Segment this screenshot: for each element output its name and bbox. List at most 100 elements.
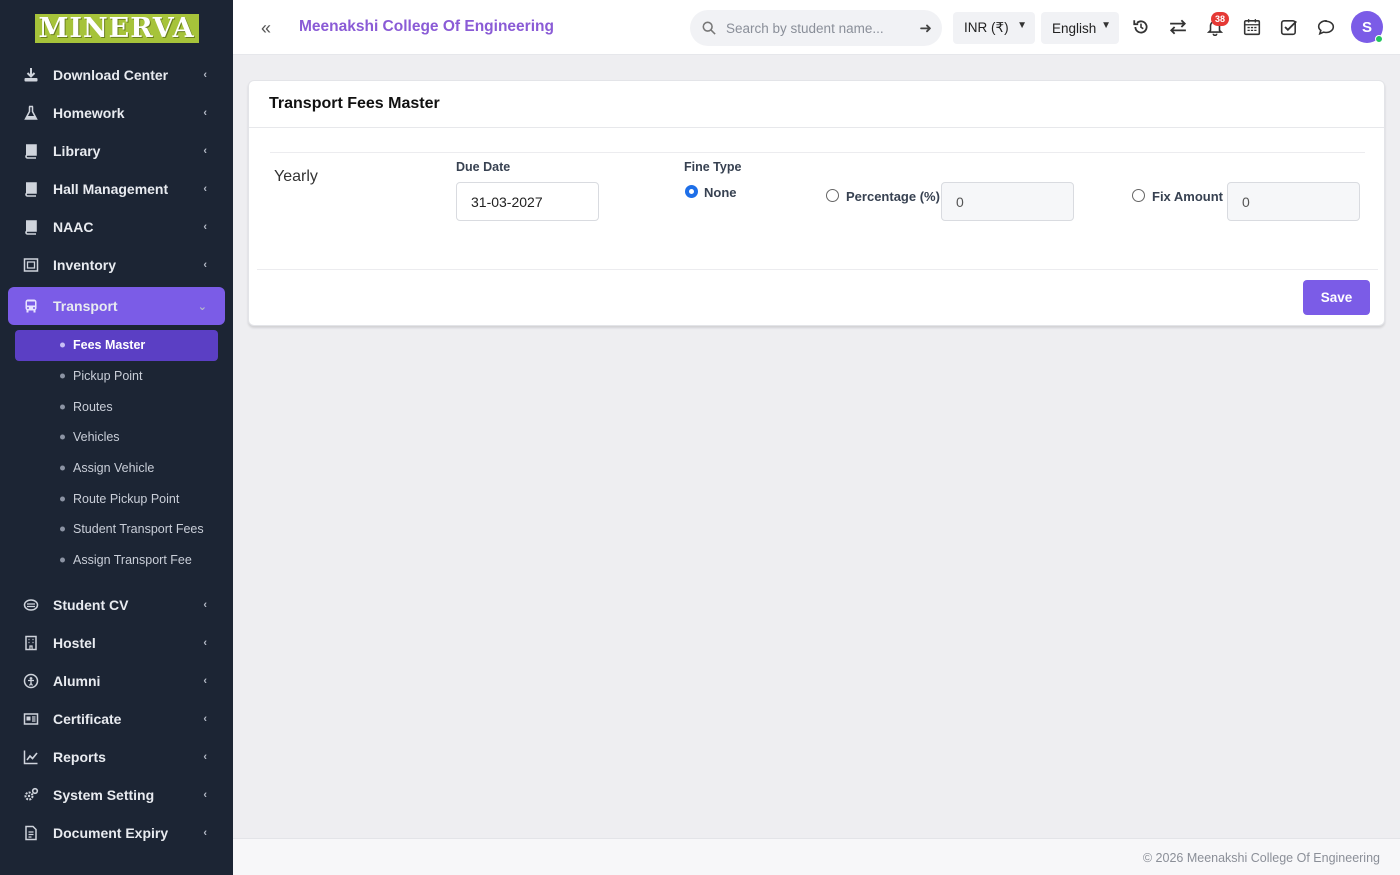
certificate-icon: [22, 710, 40, 728]
chevron-left-icon: ‹: [203, 712, 207, 725]
chat-icon[interactable]: [1316, 17, 1336, 37]
due-date-label: Due Date: [456, 160, 511, 174]
building-icon: [22, 634, 40, 652]
collapse-sidebar-icon[interactable]: «: [261, 18, 271, 39]
submenu-item-route-pickup-point[interactable]: Route Pickup Point: [0, 483, 233, 514]
fix-amount-input[interactable]: [1227, 182, 1360, 221]
sidebar-item-label: Hostel: [53, 634, 96, 651]
sidebar-nav: Download Center ‹ Homework ‹ Library ‹ H…: [0, 56, 233, 325]
submenu-item-label: Vehicles: [73, 430, 120, 445]
chevron-left-icon: ‹: [203, 107, 207, 119]
chart-line-icon: [22, 748, 40, 766]
task-check-icon[interactable]: [1279, 17, 1299, 37]
chevron-left-icon: ‹: [203, 221, 207, 233]
book-icon: [22, 218, 40, 236]
cv-icon: [22, 596, 40, 614]
submenu-item-label: Routes: [73, 399, 113, 414]
sidebar-item-library[interactable]: Library ‹: [0, 132, 233, 170]
fine-type-percentage-radio[interactable]: [826, 189, 839, 202]
sidebar-item-alumni[interactable]: Alumni ‹: [0, 662, 233, 700]
divider: [270, 152, 1365, 153]
currency-select[interactable]: INR (₹) ▼: [953, 12, 1035, 44]
submenu-item-student-transport-fees[interactable]: Student Transport Fees: [0, 514, 233, 545]
submenu-item-fees-master[interactable]: Fees Master: [15, 330, 218, 361]
sidebar-item-label: Student CV: [53, 596, 129, 613]
fine-type-none-label: None: [704, 185, 737, 200]
topbar: « Meenakshi College Of Engineering ➜ INR…: [233, 0, 1400, 55]
book-icon: [22, 142, 40, 160]
sidebar-item-certificate[interactable]: Certificate ‹: [0, 700, 233, 738]
sidebar-item-label: NAAC: [53, 219, 94, 235]
chevron-left-icon: ‹: [203, 259, 207, 271]
sidebar-item-label: Library: [53, 143, 101, 159]
chevron-left-icon: ‹: [203, 598, 207, 611]
logo[interactable]: MINERVA: [34, 14, 199, 43]
copyright-text: © 2026 Meenakshi College Of Engineering: [1142, 851, 1380, 865]
chevron-down-icon: ⌄: [197, 301, 207, 313]
submenu-item-assign-vehicle[interactable]: Assign Vehicle: [0, 453, 233, 484]
fee-frequency-label: Yearly: [274, 168, 318, 185]
sidebar-item-transport[interactable]: Transport ⌄: [8, 287, 225, 325]
switch-icon[interactable]: [1168, 17, 1188, 37]
sidebar-item-label: Certificate: [53, 710, 122, 727]
save-button[interactable]: Save: [1303, 280, 1370, 315]
sidebar-item-document-expiry[interactable]: Document Expiry ‹: [0, 814, 233, 852]
sidebar-item-label: Reports: [53, 748, 106, 765]
fine-type-label: Fine Type: [684, 160, 742, 174]
notification-badge: 38: [1211, 12, 1230, 26]
currency-value: INR (₹): [964, 20, 1009, 35]
online-status-dot: [1375, 35, 1383, 43]
transport-submenu: Fees Master Pickup Point Routes Vehicles…: [0, 328, 233, 586]
student-search: ➜: [690, 10, 942, 46]
sidebar-item-label: Alumni: [53, 672, 101, 689]
sidebar-item-student-cv[interactable]: Student CV ‹: [0, 586, 233, 624]
sidebar-item-inventory[interactable]: Inventory ‹: [0, 246, 233, 284]
sidebar-item-homework[interactable]: Homework ‹: [0, 94, 233, 132]
sidebar-item-hall-management[interactable]: Hall Management ‹: [0, 170, 233, 208]
submenu-item-pickup-point[interactable]: Pickup Point: [0, 361, 233, 392]
chevron-left-icon: ‹: [203, 826, 207, 839]
calendar-icon[interactable]: [1242, 17, 1262, 37]
fine-type-none-radio[interactable]: [685, 185, 698, 198]
sidebar-item-hostel[interactable]: Hostel ‹: [0, 624, 233, 662]
chevron-left-icon: ‹: [203, 674, 207, 687]
submenu-item-assign-transport-fee[interactable]: Assign Transport Fee: [0, 545, 233, 576]
logo-area: MINERVA: [0, 0, 233, 56]
chevron-left-icon: ‹: [203, 636, 207, 649]
sidebar-item-download-center[interactable]: Download Center ‹: [0, 56, 233, 94]
sidebar-item-label: Transport: [53, 298, 118, 314]
sidebar-nav-lower: Student CV ‹ Hostel ‹ Alumni ‹ Certifica…: [0, 586, 233, 852]
sidebar-item-label: Document Expiry: [53, 824, 169, 841]
due-date-input[interactable]: [456, 182, 599, 221]
sidebar-item-naac[interactable]: NAAC ‹: [0, 208, 233, 246]
submenu-item-label: Fees Master: [73, 338, 146, 353]
chevron-left-icon: ‹: [203, 145, 207, 157]
document-icon: [22, 824, 40, 842]
language-value: English: [1052, 20, 1097, 36]
page-footer: © 2026 Meenakshi College Of Engineering: [233, 838, 1400, 875]
chevron-down-icon: ▼: [1101, 20, 1111, 31]
language-select[interactable]: English ▼: [1041, 12, 1119, 44]
arrow-right-icon[interactable]: ➜: [919, 19, 932, 37]
chevron-down-icon: ▼: [1017, 20, 1027, 31]
percentage-input[interactable]: [941, 182, 1074, 221]
submenu-item-label: Student Transport Fees: [73, 522, 204, 537]
history-icon[interactable]: [1131, 17, 1151, 37]
college-name[interactable]: Meenakshi College Of Engineering: [299, 18, 554, 36]
chevron-left-icon: ‹: [203, 750, 207, 763]
submenu-item-vehicles[interactable]: Vehicles: [0, 422, 233, 453]
sidebar: MINERVA Download Center ‹ Homework ‹ Lib…: [0, 0, 233, 875]
divider: [257, 269, 1378, 270]
search-icon: [702, 21, 716, 35]
fine-type-fix-amount-radio[interactable]: [1132, 189, 1145, 202]
book-icon: [22, 180, 40, 198]
submenu-item-label: Route Pickup Point: [73, 491, 180, 506]
sidebar-item-label: Inventory: [53, 257, 117, 273]
sidebar-item-reports[interactable]: Reports ‹: [0, 738, 233, 776]
sidebar-item-system-setting[interactable]: System Setting ‹: [0, 776, 233, 814]
flask-icon: [22, 104, 40, 122]
chevron-left-icon: ‹: [203, 69, 207, 81]
sidebar-item-label: System Setting: [53, 786, 155, 803]
search-input[interactable]: [726, 18, 906, 38]
submenu-item-routes[interactable]: Routes: [0, 391, 233, 422]
